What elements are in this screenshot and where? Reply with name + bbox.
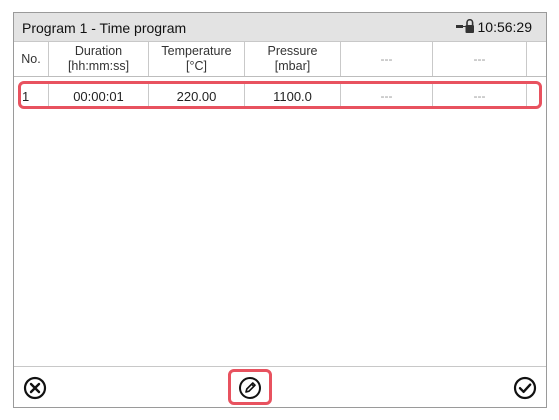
column-header-label: --- — [473, 51, 486, 66]
column-header-duration: Duration [hh:mm:ss] — [49, 42, 149, 76]
lock-icon — [455, 19, 474, 33]
column-header-label: Temperature — [161, 44, 232, 58]
clock: 10:56:29 — [477, 19, 533, 35]
cell-duration: 00:00:01 — [49, 84, 149, 108]
confirm-button[interactable] — [510, 373, 540, 403]
table-header: No. Duration [hh:mm:ss] Temperature [°C]… — [14, 42, 546, 77]
cancel-button[interactable] — [20, 373, 50, 403]
column-header-label: Duration — [74, 44, 123, 58]
table-row[interactable]: 1 00:00:01 220.00 1100.0 --- --- — [14, 84, 546, 108]
page-title: Program 1 - Time program — [22, 20, 187, 36]
column-header-label: No. — [21, 51, 41, 66]
column-header-temperature: Temperature [°C] — [149, 42, 245, 76]
status-area: 10:56:29 — [455, 19, 533, 35]
cell-empty-2: --- — [433, 84, 527, 108]
column-header-unit: [hh:mm:ss] — [67, 59, 130, 73]
program-editor-screen: Program 1 - Time program 10:56:29 No. Du… — [13, 12, 547, 408]
cancel-circle-icon — [23, 376, 47, 400]
title-bar: Program 1 - Time program 10:56:29 — [14, 13, 546, 42]
column-header-label: Pressure — [267, 44, 318, 58]
column-header-no: No. — [14, 42, 49, 76]
column-header-label: --- — [380, 51, 393, 66]
edit-button[interactable] — [235, 373, 265, 403]
confirm-check-icon — [513, 376, 537, 400]
column-header-empty-2: --- — [433, 42, 527, 76]
column-header-unit: [mbar] — [274, 59, 311, 73]
column-header-pressure: Pressure [mbar] — [245, 42, 341, 76]
bottom-toolbar — [14, 366, 546, 407]
column-header-empty-1: --- — [341, 42, 433, 76]
cell-no: 1 — [14, 84, 49, 108]
edit-pencil-icon — [239, 377, 261, 399]
column-header-unit: [°C] — [186, 59, 207, 73]
cell-temperature: 220.00 — [149, 84, 245, 108]
cell-pressure: 1100.0 — [245, 84, 341, 108]
cell-empty-1: --- — [341, 84, 433, 108]
